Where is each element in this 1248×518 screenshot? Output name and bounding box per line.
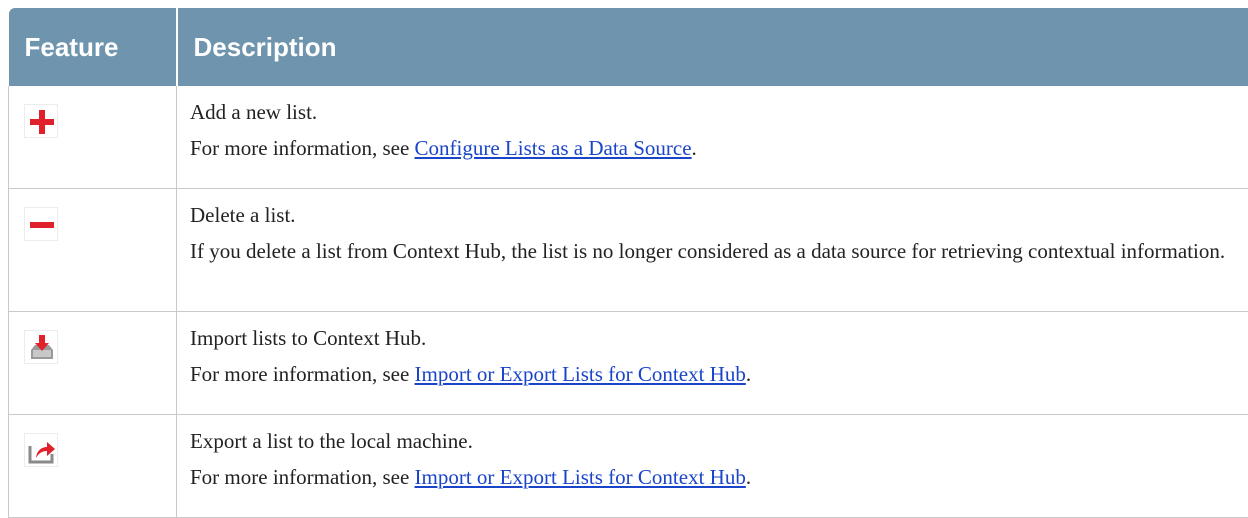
table-row: Add a new list. For more information, se… (8, 86, 1248, 189)
description-cell: Add a new list. For more information, se… (176, 86, 1248, 189)
feature-table: Feature Description Add a new list. For … (8, 8, 1248, 518)
feature-cell (8, 188, 177, 312)
feature-cell (8, 86, 177, 189)
table-row: Delete a list. If you delete a list from… (8, 188, 1248, 312)
configure-lists-link[interactable]: Configure Lists as a Data Source (415, 136, 692, 160)
import-export-lists-link[interactable]: Import or Export Lists for Context Hub (415, 465, 746, 489)
description-more-info: For more information, see Import or Expo… (190, 362, 752, 386)
description-cell: Export a list to the local machine. For … (176, 414, 1248, 518)
description-cell: Delete a list. If you delete a list from… (176, 188, 1248, 312)
feature-cell (8, 414, 177, 518)
table-header-row: Feature Description (8, 8, 1248, 86)
description-more-info: For more information, see Import or Expo… (190, 465, 752, 489)
table-row: Import lists to Context Hub. For more in… (8, 311, 1248, 415)
feature-column-header: Feature (8, 8, 178, 86)
description-text: Delete a list. (190, 203, 296, 227)
table-row: Export a list to the local machine. For … (8, 414, 1248, 518)
description-more-info: For more information, see Configure List… (190, 136, 697, 160)
delete-icon (24, 207, 58, 241)
feature-cell (8, 311, 177, 415)
description-text: Add a new list. (190, 100, 318, 124)
description-text: Export a list to the local machine. (190, 429, 473, 453)
import-export-lists-link[interactable]: Import or Export Lists for Context Hub (415, 362, 746, 386)
import-icon (24, 330, 58, 364)
export-icon (24, 433, 58, 467)
description-cell: Import lists to Context Hub. For more in… (176, 311, 1248, 415)
description-column-header: Description (176, 8, 1248, 86)
add-icon (24, 104, 58, 138)
description-detail: If you delete a list from Context Hub, t… (190, 239, 1226, 263)
description-text: Import lists to Context Hub. (190, 326, 427, 350)
